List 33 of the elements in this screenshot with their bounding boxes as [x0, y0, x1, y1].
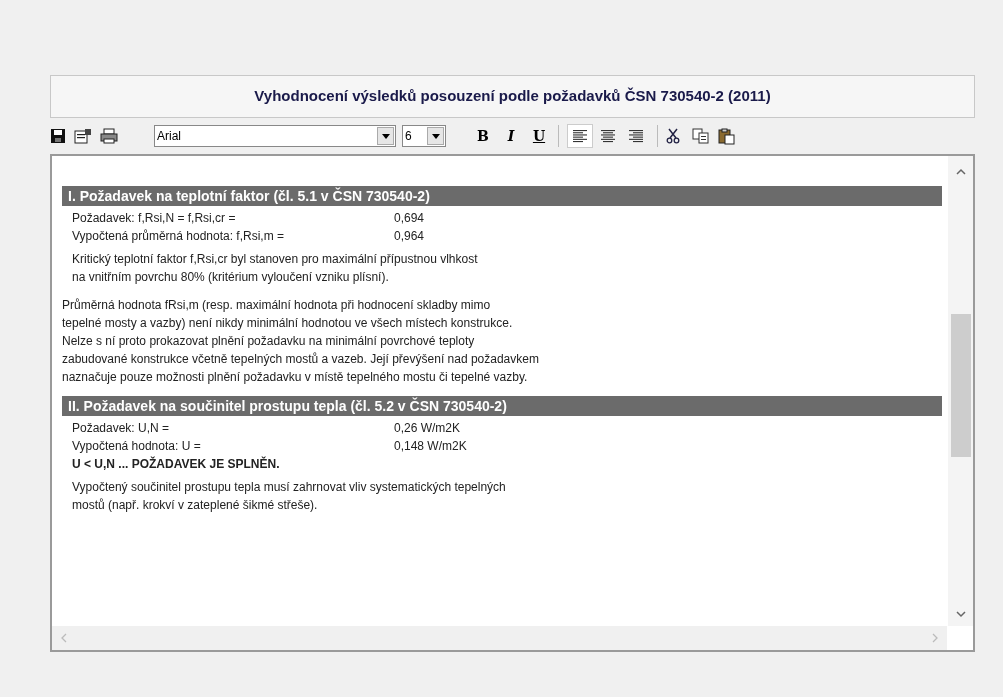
paragraph: Kritický teplotní faktor f,Rsi,cr byl stanoven pro maximální přípustnou vlhkost na vnitřním povrchu 80% (kritérium vyloučení vzniku plísní).	[71, 251, 479, 286]
format-button[interactable]: I	[500, 125, 522, 147]
format-button[interactable]: U	[528, 125, 550, 147]
section-heading: I. Požadavek na teplotní faktor (čl. 5.1 v ČSN 730540-2)	[62, 186, 942, 206]
vertical-scrollbar[interactable]	[948, 156, 973, 626]
copy-icon[interactable]	[692, 127, 712, 145]
row-label: Vypočtená průměrná hodnota: f,Rsi,m =	[72, 228, 285, 245]
scroll-down-icon[interactable]	[955, 610, 966, 618]
paragraph: Vypočtený součinitel prostupu tepla musí zahrnovat vliv systematických tepelných mostů (např. krokví v zateplené šikmé střeše).	[71, 479, 507, 514]
align-icon	[628, 129, 644, 143]
size-select[interactable]: 6	[402, 125, 446, 147]
row-value: 0,694	[394, 210, 425, 227]
scrollbar-thumb[interactable]	[950, 314, 971, 457]
scroll-up-icon[interactable]	[955, 168, 966, 176]
align-icon	[572, 129, 588, 143]
row-value: 0,964	[394, 228, 425, 245]
report-title: Vyhodnocení výsledků posouzení podle požadavků ČSN 730540-2 (2011)	[50, 75, 975, 118]
row-value: 0,148 W/m2K	[394, 438, 467, 455]
properties-icon[interactable]	[74, 127, 94, 145]
row-label: Vypočtená hodnota: U =	[72, 438, 202, 455]
align-button[interactable]	[567, 124, 593, 148]
paste-icon[interactable]	[718, 127, 738, 145]
font-select[interactable]: Arial	[154, 125, 396, 147]
save-icon[interactable]	[50, 127, 68, 145]
row-label: Požadavek: f,Rsi,N = f,Rsi,cr =	[72, 210, 237, 227]
verdict-text: U < U,N ... POŽADAVEK JE SPLNĚN.	[71, 455, 281, 473]
align-icon	[600, 129, 616, 143]
paragraph: Průměrná hodnota fRsi,m (resp. maximální hodnota při hodnocení skladby mimo tepelné mosty a vazby) není nikdy minimální hodnotou ve všech místech konstrukce. Nelze s ní proto prokazovat plnění požadavku na minimální povrchové teploty zabudované konstrukce včetně tepelných mostů a vazeb. Její převýšení nad požadavkem naznačuje pouze možnosti plnění požadavku v místě tepelného mostu či tepelné vazby.	[62, 297, 540, 386]
print-icon[interactable]	[100, 127, 120, 145]
row-value: 0,26 W/m2K	[394, 420, 461, 437]
row-label: Požadavek: U,N =	[72, 420, 171, 437]
section-heading: II. Požadavek na součinitel prostupu tepla (čl. 5.2 v ČSN 730540-2)	[62, 396, 942, 416]
format-button[interactable]: B	[472, 125, 494, 147]
